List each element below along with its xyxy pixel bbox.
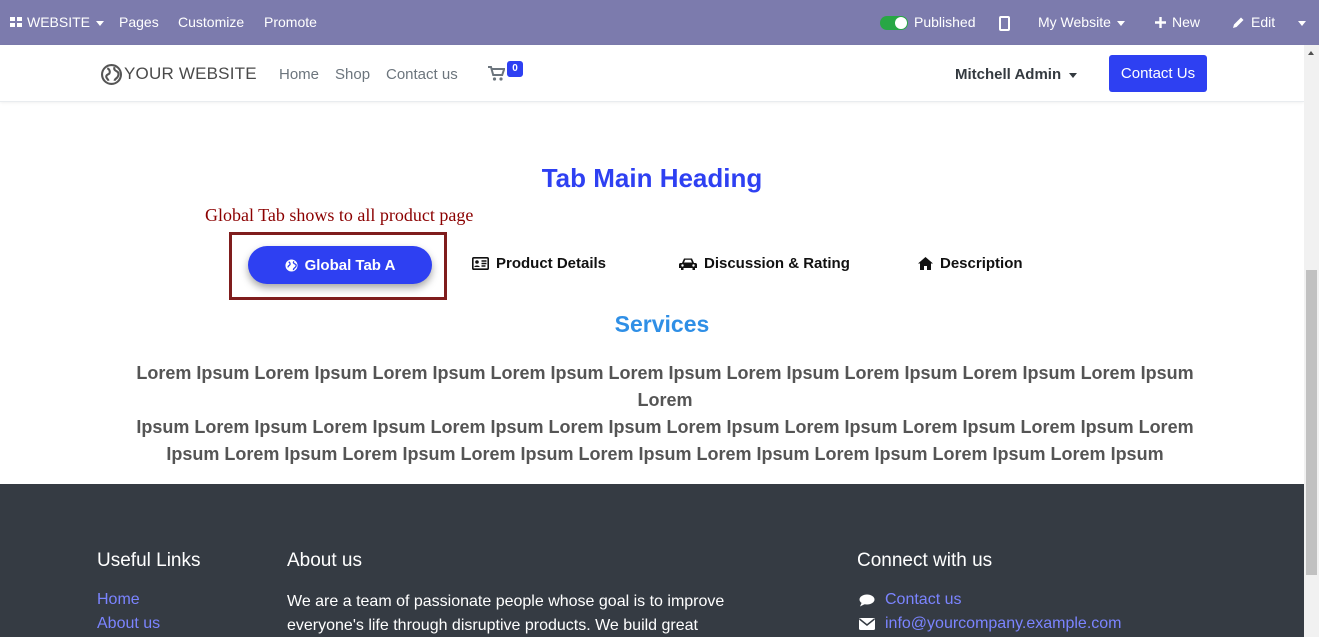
services-heading: Services bbox=[614, 311, 710, 337]
chevron-down-icon bbox=[1298, 20, 1306, 26]
website-editor-bar: WEBSITE Pages Customize Promote Publishe… bbox=[0, 0, 1319, 45]
envelope-icon bbox=[859, 618, 875, 630]
about-us-text: We are a team of passionate people whose… bbox=[287, 593, 725, 634]
footer-email-link[interactable]: info@yourcompany.example.com bbox=[885, 615, 1122, 633]
connect-with-us-title: Connect with us bbox=[857, 550, 993, 571]
tab-main-heading: Tab Main Heading bbox=[541, 163, 763, 193]
new-label: New bbox=[1172, 14, 1201, 30]
apps-grid-icon bbox=[10, 17, 23, 28]
published-label: Published bbox=[914, 14, 976, 30]
user-name: Mitchell Admin bbox=[955, 66, 1062, 83]
site-header: YOUR WEBSITE Home Shop Contact us 0 Mitc… bbox=[0, 45, 1304, 102]
chevron-down-icon bbox=[1116, 20, 1125, 26]
tab-label: Discussion & Rating bbox=[704, 255, 850, 272]
lorem-line: Ipsum Lorem Ipsum Lorem Ipsum Lorem Ipsu… bbox=[136, 417, 1194, 437]
user-menu[interactable]: Mitchell Admin bbox=[955, 66, 1078, 83]
website-menu[interactable]: WEBSITE bbox=[10, 0, 105, 45]
mobile-preview-button[interactable] bbox=[999, 0, 1010, 45]
publish-toggle[interactable]: Published bbox=[880, 0, 976, 45]
lorem-line: Lorem Ipsum Lorem Ipsum Lorem Ipsum Lore… bbox=[136, 363, 1194, 410]
tab-description[interactable]: Description bbox=[918, 255, 1023, 272]
tab-label: Global Tab A bbox=[304, 256, 396, 274]
page-scrollbar[interactable] bbox=[1304, 45, 1319, 637]
mobile-phone-icon bbox=[999, 15, 1010, 31]
customize-menu[interactable]: Customize bbox=[178, 0, 244, 45]
home-icon bbox=[918, 257, 933, 270]
footer-link-home[interactable]: Home bbox=[97, 591, 140, 609]
pencil-icon bbox=[1233, 17, 1244, 28]
more-options-dropdown[interactable] bbox=[1298, 0, 1306, 45]
promote-menu[interactable]: Promote bbox=[264, 0, 317, 45]
website-menu-label: WEBSITE bbox=[27, 14, 91, 30]
annotation-note: Global Tab shows to all product page bbox=[205, 205, 474, 225]
scroll-up-arrow-icon[interactable] bbox=[1308, 51, 1314, 55]
services-description: Lorem Ipsum Lorem Ipsum Lorem Ipsum Lore… bbox=[130, 360, 1200, 468]
my-website-menu[interactable]: My Website bbox=[1038, 0, 1125, 45]
comment-icon bbox=[859, 594, 875, 607]
chevron-down-icon bbox=[96, 20, 105, 26]
toggle-switch-icon bbox=[880, 16, 908, 31]
nav-contact-us[interactable]: Contact us bbox=[386, 66, 458, 83]
pages-menu[interactable]: Pages bbox=[119, 0, 159, 45]
id-card-icon bbox=[472, 257, 489, 270]
lorem-line: Ipsum Lorem Ipsum Lorem Ipsum Lorem Ipsu… bbox=[166, 444, 1164, 464]
globe-icon bbox=[285, 258, 298, 272]
tab-discussion-rating[interactable]: Discussion & Rating bbox=[679, 255, 850, 272]
tab-global-tab-a[interactable]: Global Tab A bbox=[248, 246, 432, 284]
nav-shop[interactable]: Shop bbox=[335, 66, 370, 83]
tab-label: Description bbox=[940, 255, 1023, 272]
contact-us-button[interactable]: Contact Us bbox=[1109, 55, 1207, 92]
edit-button[interactable]: Edit bbox=[1232, 0, 1275, 45]
edit-label: Edit bbox=[1251, 14, 1276, 30]
footer-link-about-us[interactable]: About us bbox=[97, 615, 160, 633]
new-button[interactable]: New bbox=[1155, 0, 1200, 45]
useful-links-title: Useful Links bbox=[97, 550, 201, 571]
about-us-title: About us bbox=[287, 550, 362, 571]
chevron-down-icon bbox=[1069, 72, 1078, 78]
globe-icon bbox=[101, 63, 122, 85]
plus-icon bbox=[1155, 17, 1166, 28]
logo-text: YOUR WEBSITE bbox=[124, 64, 257, 83]
nav-home[interactable]: Home bbox=[279, 66, 319, 83]
tab-label: Product Details bbox=[496, 255, 607, 272]
site-footer: Useful Links Home About us About us We a… bbox=[0, 484, 1304, 637]
site-logo[interactable]: YOUR WEBSITE bbox=[101, 63, 257, 85]
shopping-cart-icon bbox=[488, 66, 506, 81]
car-icon bbox=[679, 258, 697, 270]
footer-contact-us-link[interactable]: Contact us bbox=[885, 591, 961, 609]
cart-button[interactable] bbox=[488, 66, 506, 86]
tab-product-details[interactable]: Product Details bbox=[472, 255, 606, 272]
my-website-label: My Website bbox=[1038, 14, 1111, 30]
cart-count-badge: 0 bbox=[507, 61, 523, 77]
